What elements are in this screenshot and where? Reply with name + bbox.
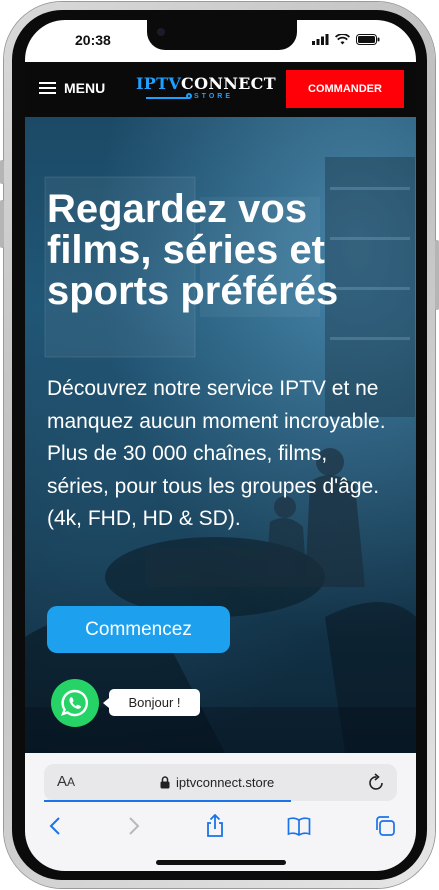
text-size-button[interactable]: AA <box>57 773 75 790</box>
status-time: 20:38 <box>75 32 111 48</box>
status-bar: 20:38 <box>25 20 416 62</box>
whatsapp-icon <box>61 689 88 717</box>
logo-text: IPTVCONNECT <box>136 74 276 93</box>
back-icon <box>49 817 60 835</box>
forward-icon <box>129 817 140 835</box>
tabs-button[interactable] <box>372 813 398 839</box>
logo-sub-text: STORE <box>194 93 233 100</box>
screen: 20:38 MENU IPTVCONNECT STORE COMMANDER R… <box>25 20 416 871</box>
url-display: iptvconnect.store <box>160 775 274 790</box>
hamburger-icon <box>39 82 56 94</box>
side-button-left <box>0 160 4 184</box>
start-button[interactable]: Commencez <box>47 606 230 653</box>
tabs-icon <box>376 816 395 836</box>
share-icon <box>207 814 223 837</box>
menu-button[interactable]: MENU <box>39 80 105 96</box>
side-button-right <box>435 240 439 310</box>
back-button[interactable] <box>42 813 68 839</box>
address-bar[interactable]: AA iptvconnect.store <box>44 764 397 801</box>
forward-button[interactable] <box>121 813 147 839</box>
order-button[interactable]: COMMANDER <box>286 70 404 108</box>
bookmarks-button[interactable] <box>286 813 312 839</box>
logo-plug-icon <box>186 93 192 99</box>
page-load-progress <box>44 800 292 802</box>
url-text: iptvconnect.store <box>176 775 275 790</box>
share-button[interactable] <box>202 813 228 839</box>
logo-cable-line <box>146 97 190 99</box>
hero-section: Regardez vos films, séries et sports pré… <box>25 117 416 753</box>
home-indicator <box>156 860 286 865</box>
hero-title: Regardez vos films, séries et sports pré… <box>47 187 339 313</box>
menu-label: MENU <box>64 80 106 96</box>
wifi-icon <box>335 34 350 45</box>
lock-icon <box>160 776 170 789</box>
whatsapp-greeting-bubble[interactable]: Bonjour ! <box>103 689 200 716</box>
side-button-left <box>0 200 4 248</box>
browser-toolbar: AA iptvconnect.store <box>25 753 416 871</box>
whatsapp-button[interactable] <box>51 679 99 727</box>
bookmarks-icon <box>287 817 311 836</box>
battery-icon <box>356 34 380 45</box>
hero-description: Découvrez notre service IPTV et ne manqu… <box>47 377 386 530</box>
browser-nav-tools <box>25 813 416 843</box>
site-logo[interactable]: IPTVCONNECT STORE <box>136 74 276 104</box>
signal-icon <box>312 34 329 45</box>
reload-icon[interactable] <box>368 773 385 791</box>
camera-notch <box>147 20 297 50</box>
logo-part-connect: CONNECT <box>181 74 276 93</box>
site-navbar: MENU IPTVCONNECT STORE COMMANDER <box>25 62 416 117</box>
status-icons <box>312 34 380 45</box>
logo-part-iptv: IPTV <box>136 74 182 93</box>
front-camera <box>157 28 165 36</box>
